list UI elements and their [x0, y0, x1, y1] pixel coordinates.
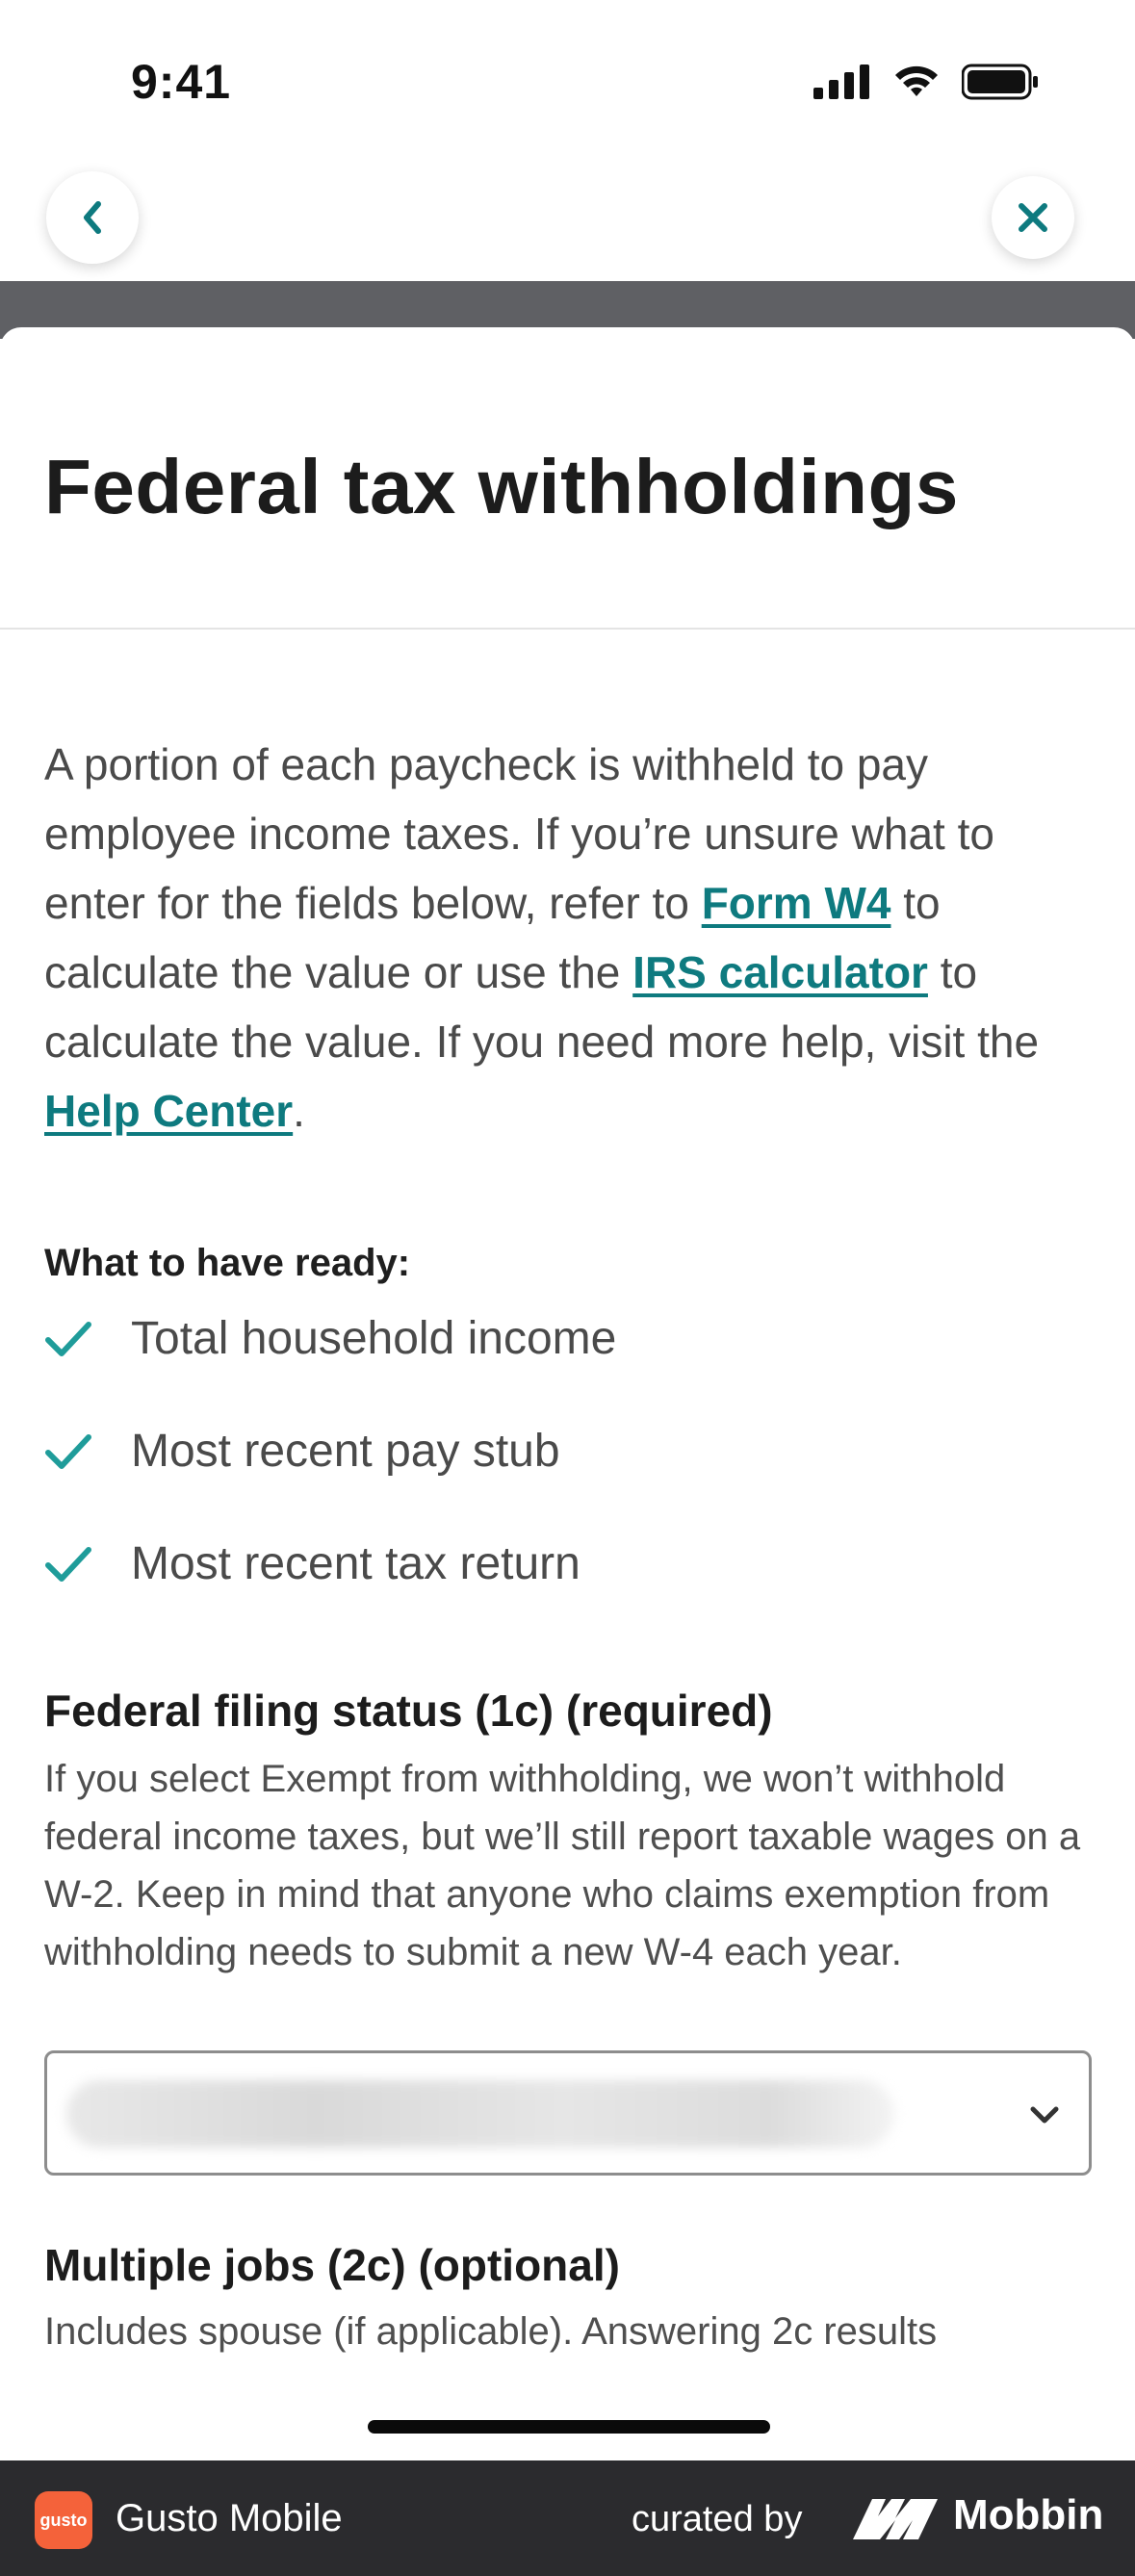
form-w4-link[interactable]: Form W4 — [702, 878, 891, 928]
wifi-icon — [895, 65, 938, 96]
ready-list: Total household income Most recent pay s… — [44, 1309, 616, 1620]
back-button[interactable] — [46, 171, 139, 264]
multiple-jobs-help: Includes spouse (if applicable). Answeri… — [44, 2310, 938, 2353]
bottom-sheet: Federal tax withholdings A portion of ea… — [0, 327, 1135, 2460]
help-center-link[interactable]: Help Center — [44, 1086, 293, 1136]
list-item-label: Most recent pay stub — [131, 1426, 560, 1477]
filing-status-selected-value — [66, 2080, 894, 2148]
multiple-jobs-label: Multiple jobs (2c) (optional) — [44, 2240, 620, 2290]
page-title: Federal tax withholdings — [44, 444, 959, 529]
mobbin-logo-icon — [853, 2499, 938, 2539]
battery-icon — [962, 64, 1038, 100]
chevron-down-icon — [1030, 2106, 1059, 2124]
filing-status-select[interactable] — [44, 2050, 1092, 2176]
checkmark-icon — [45, 1546, 91, 1582]
app-name: Gusto Mobile — [116, 2497, 343, 2539]
home-indicator — [368, 2420, 770, 2434]
close-button[interactable] — [992, 176, 1074, 259]
ready-heading: What to have ready: — [44, 1242, 411, 1284]
close-icon — [1019, 203, 1047, 232]
app-logo: gusto — [35, 2491, 92, 2549]
status-bar: 9:41 — [0, 0, 1135, 164]
irs-calculator-link[interactable]: IRS calculator — [632, 947, 928, 997]
list-item-label: Total household income — [131, 1313, 617, 1364]
list-item: Most recent pay stub — [44, 1395, 616, 1507]
curated-by-label: curated by — [632, 2499, 803, 2539]
footer-bar: gusto Gusto Mobile curated by Mobbin — [0, 2460, 1135, 2576]
status-time: 9:41 — [131, 55, 232, 109]
checkmark-icon — [45, 1433, 91, 1469]
divider — [0, 628, 1135, 630]
filing-status-label: Federal filing status (1c) (required) — [44, 1686, 773, 1736]
filing-status-help: If you select Exempt from withholding, w… — [44, 1758, 1081, 1973]
intro-text-4: . — [293, 1086, 305, 1136]
chevron-left-icon — [84, 201, 101, 234]
status-icons — [813, 64, 1039, 100]
intro-paragraph: A portion of each paycheck is withheld t… — [44, 730, 1103, 1146]
list-item: Total household income — [44, 1282, 616, 1395]
checkmark-icon — [45, 1321, 91, 1356]
brand-name: Mobbin — [953, 2491, 1104, 2538]
cellular-signal-icon — [813, 64, 869, 99]
list-item-label: Most recent tax return — [131, 1538, 580, 1589]
list-item: Most recent tax return — [44, 1507, 616, 1620]
